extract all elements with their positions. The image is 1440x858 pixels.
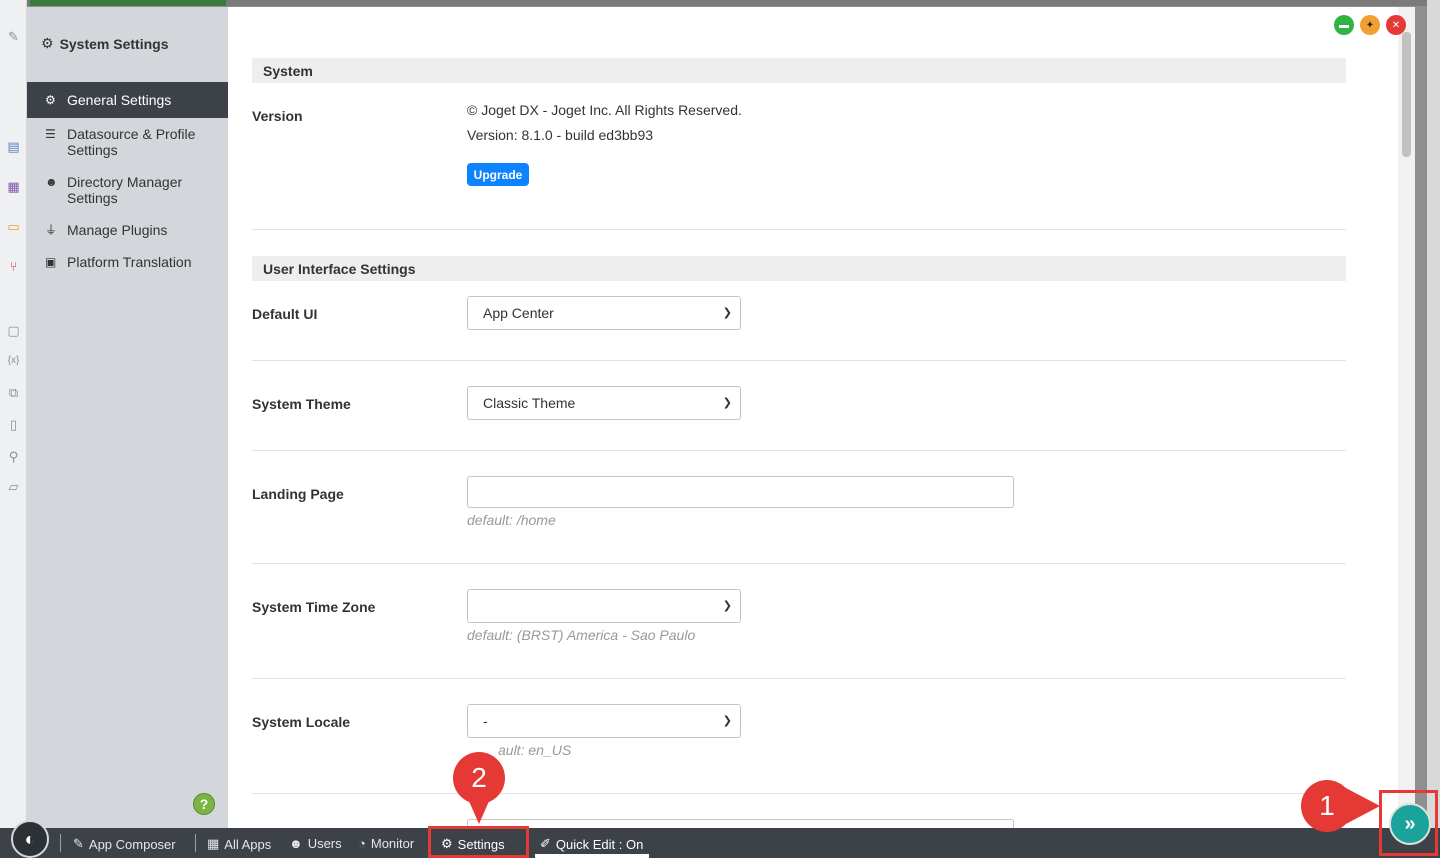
section-ui-settings: User Interface Settings bbox=[252, 256, 1346, 281]
edit-icon[interactable]: ✎ bbox=[5, 28, 22, 45]
divider bbox=[252, 450, 1346, 451]
variable-icon[interactable]: {x} bbox=[5, 352, 22, 369]
settings-highlight bbox=[428, 826, 529, 858]
copyright-text: © Joget DX - Joget Inc. All Rights Reser… bbox=[467, 102, 742, 118]
divider bbox=[252, 360, 1346, 361]
expand-panel-button[interactable]: » bbox=[1389, 803, 1431, 845]
system-theme-select[interactable]: Classic Theme ❯ bbox=[467, 386, 741, 420]
separator bbox=[195, 834, 196, 852]
landing-page-input[interactable] bbox=[467, 476, 1014, 508]
userview-icon[interactable]: ▭ bbox=[5, 218, 22, 235]
nav-item-datasource-profile[interactable]: ☰ Datasource & Profile Settings bbox=[27, 118, 228, 166]
version-text: Version: 8.1.0 - build ed3bb93 bbox=[467, 127, 654, 143]
next-field-input[interactable] bbox=[467, 819, 1014, 828]
time-zone-hint: default: (BRST) America - Sao Paulo bbox=[467, 627, 696, 643]
maximize-icon[interactable]: ▬ bbox=[1334, 15, 1354, 35]
nav-item-directory-manager[interactable]: ☻ Directory Manager Settings bbox=[27, 166, 228, 214]
landing-page-label: Landing Page bbox=[252, 486, 344, 502]
joget-logo-icon[interactable]: ◐ bbox=[11, 820, 49, 858]
chevron-down-icon: ❯ bbox=[722, 397, 732, 409]
chevron-down-icon: ❯ bbox=[722, 715, 732, 727]
form-icon[interactable]: ▤ bbox=[5, 138, 22, 155]
locale-hint: ault: en_US bbox=[498, 742, 572, 758]
users-icon: ☻ bbox=[289, 836, 303, 851]
chevron-down-icon: ❯ bbox=[722, 600, 732, 612]
system-settings-modal: ⚙ System Settings ⚙ General Settings ☰ D… bbox=[27, 7, 1415, 828]
locale-label: System Locale bbox=[252, 714, 351, 730]
all-apps-link[interactable]: ▦ All Apps bbox=[207, 836, 271, 852]
locale-select[interactable]: - ❯ bbox=[467, 704, 741, 738]
divider bbox=[252, 563, 1346, 564]
translate-icon[interactable]: ⧉ bbox=[5, 384, 22, 401]
close-icon[interactable]: ✕ bbox=[1386, 15, 1406, 35]
default-ui-select[interactable]: App Center ❯ bbox=[467, 296, 741, 330]
nav-item-general-settings[interactable]: ⚙ General Settings bbox=[27, 82, 228, 118]
list-icon[interactable]: ▦ bbox=[5, 178, 22, 195]
callout-1-pointer bbox=[1344, 787, 1380, 825]
process-icon[interactable]: ⑂ bbox=[5, 258, 22, 275]
nav-item-platform-translation[interactable]: ▣ Platform Translation bbox=[27, 246, 228, 278]
divider bbox=[252, 229, 1346, 230]
time-zone-select[interactable]: ❯ bbox=[467, 589, 741, 623]
upgrade-button[interactable]: Upgrade bbox=[467, 163, 529, 186]
callout-2-pointer bbox=[465, 792, 493, 824]
users-link[interactable]: ☻ Users bbox=[289, 836, 342, 851]
separator bbox=[60, 834, 61, 852]
brush-icon: ✐ bbox=[540, 836, 551, 851]
plug-icon: ⏚ bbox=[45, 223, 58, 237]
background-right-edge bbox=[1427, 0, 1440, 828]
background-left-toolbar: ✎ ▤ ▦ ▭ ⑂ ▢ {x} ⧉ ▯ ⚲ ▱ bbox=[0, 0, 27, 828]
language-icon: ▣ bbox=[45, 255, 57, 269]
system-theme-label: System Theme bbox=[252, 396, 351, 412]
section-system: System bbox=[252, 58, 1346, 83]
doc-icon[interactable]: ▱ bbox=[5, 478, 22, 495]
nav-item-manage-plugins[interactable]: ⏚ Manage Plugins bbox=[27, 214, 228, 246]
scrollbar[interactable] bbox=[1398, 7, 1415, 828]
monitor-link[interactable]: ◔ Monitor bbox=[358, 836, 414, 851]
background-topbar bbox=[0, 0, 1440, 6]
scrollbar-thumb[interactable] bbox=[1402, 32, 1411, 157]
gear-icon: ⚙ bbox=[45, 93, 56, 107]
default-ui-label: Default UI bbox=[252, 306, 318, 322]
note-icon[interactable]: ▢ bbox=[5, 322, 22, 339]
users-icon: ☻ bbox=[45, 175, 58, 189]
help-icon[interactable]: ? bbox=[193, 793, 215, 815]
quick-edit-toggle[interactable]: ✐ Quick Edit : On bbox=[540, 836, 643, 852]
dashboard-icon: ◔ bbox=[358, 836, 366, 851]
database-icon: ☰ bbox=[45, 127, 56, 141]
settings-nav: ⚙ General Settings ☰ Datasource & Profil… bbox=[27, 82, 228, 278]
pin-icon[interactable]: ✦ bbox=[1360, 15, 1380, 35]
version-label: Version bbox=[252, 108, 303, 124]
app-composer-link[interactable]: ✎ App Composer bbox=[73, 836, 176, 852]
time-zone-label: System Time Zone bbox=[252, 599, 376, 615]
quick-edit-indicator bbox=[535, 854, 649, 858]
settings-content: System Version © Joget DX - Joget Inc. A… bbox=[228, 7, 1398, 828]
chevron-down-icon: ❯ bbox=[722, 307, 732, 319]
landing-page-hint: default: /home bbox=[467, 512, 556, 528]
double-chevron-right-icon: » bbox=[1404, 812, 1416, 835]
divider bbox=[252, 793, 1346, 794]
edit-icon: ✎ bbox=[73, 836, 84, 851]
plugin-icon[interactable]: ⚲ bbox=[5, 448, 22, 465]
gears-icon: ⚙ bbox=[41, 35, 54, 51]
sidebar-title: ⚙ System Settings bbox=[41, 35, 169, 52]
settings-sidebar: ⚙ System Settings ⚙ General Settings ☰ D… bbox=[27, 7, 228, 828]
file-icon[interactable]: ▯ bbox=[5, 416, 22, 433]
divider bbox=[252, 678, 1346, 679]
grid-icon: ▦ bbox=[207, 836, 220, 851]
